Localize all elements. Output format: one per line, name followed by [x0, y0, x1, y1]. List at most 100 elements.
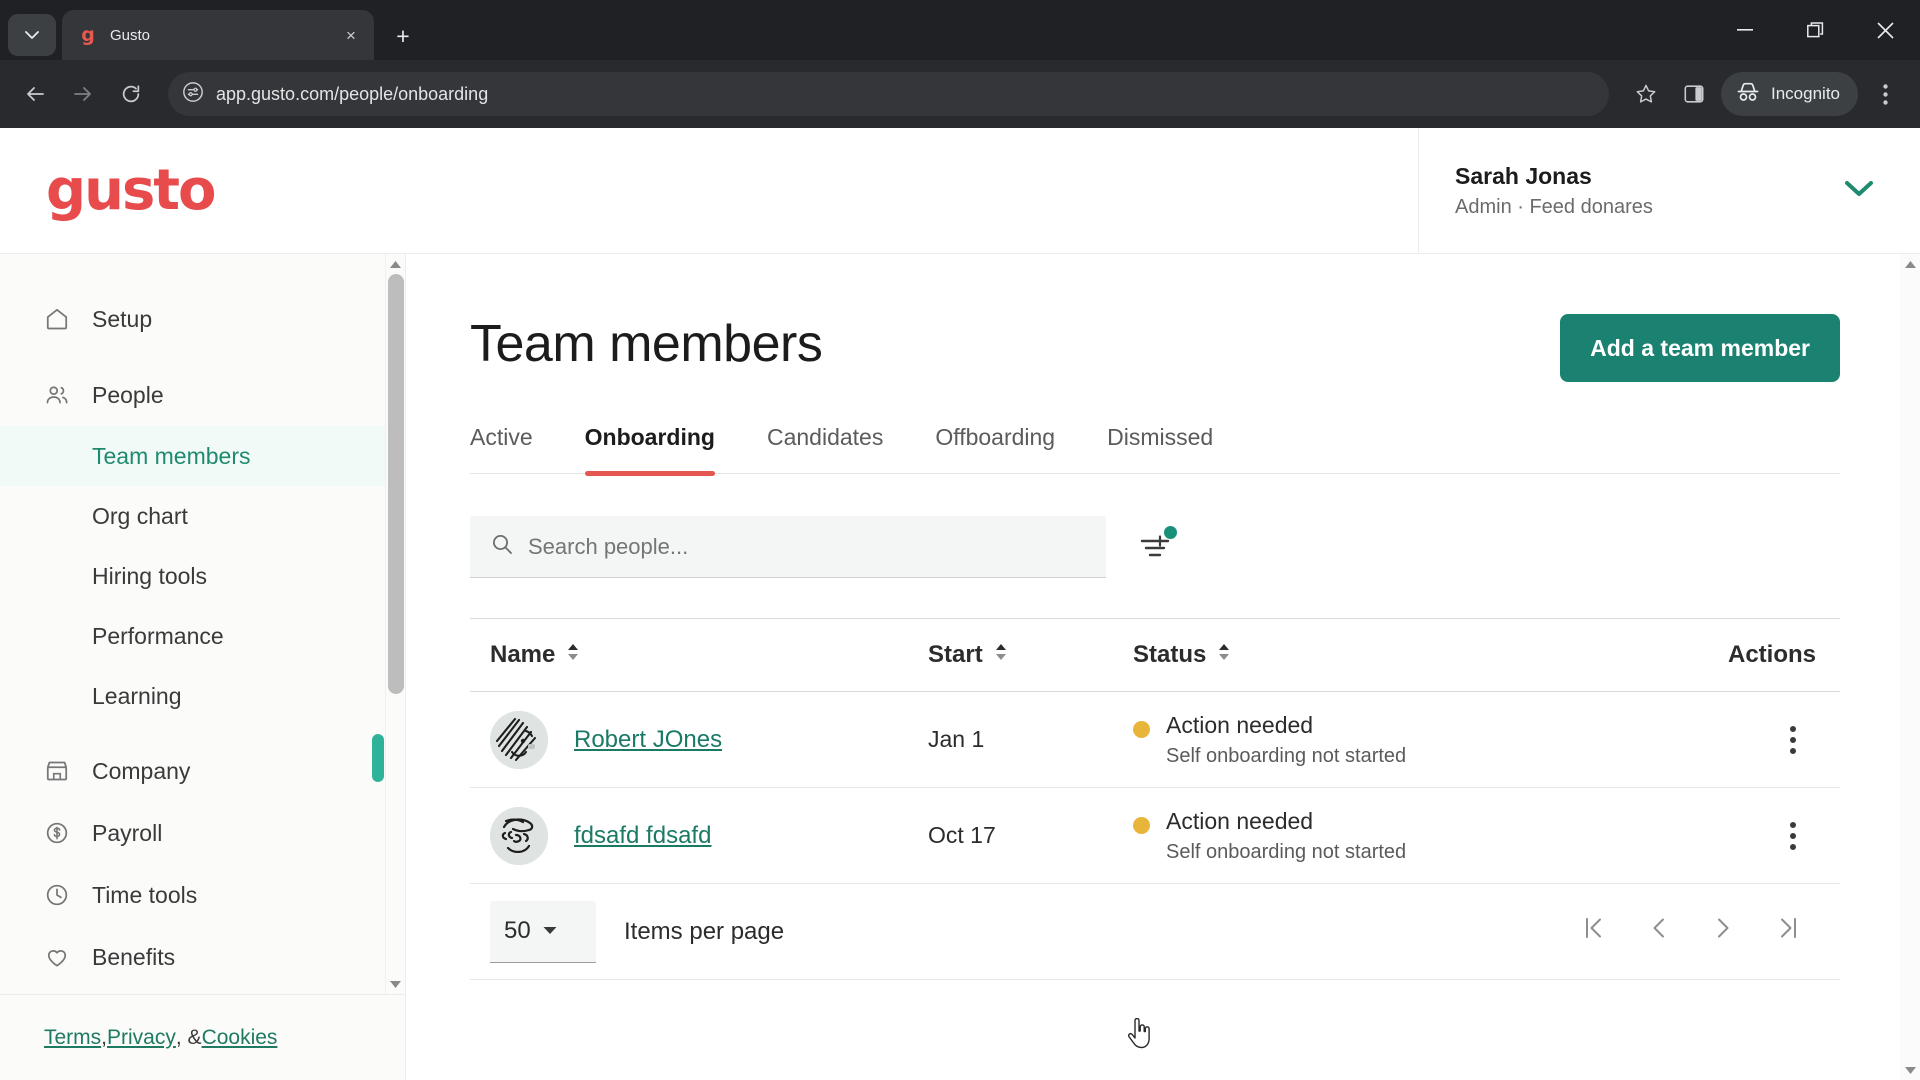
scroll-down-icon[interactable] — [386, 974, 405, 994]
browser-tab[interactable]: g Gusto × — [62, 10, 374, 60]
status-detail: Self onboarding not started — [1166, 840, 1407, 863]
scroll-up-icon[interactable] — [386, 254, 405, 274]
cookies-link[interactable]: Cookies — [202, 1026, 278, 1050]
chevron-down-icon[interactable] — [1844, 180, 1874, 203]
sidebar: Setup People Team members Org chart Hiri… — [0, 254, 406, 1080]
reload-icon[interactable] — [110, 73, 152, 115]
status-badge — [1133, 816, 1150, 834]
sidebar-item-label: Payroll — [92, 819, 163, 846]
next-page-button[interactable] — [1714, 915, 1732, 948]
sidebar-scrollbar[interactable] — [385, 254, 405, 994]
sidebar-item-label: Benefits — [92, 943, 176, 970]
column-label: Actions — [1727, 641, 1816, 668]
close-window-icon[interactable] — [1850, 0, 1920, 60]
sidebar-item-label: Team members — [92, 442, 251, 469]
new-tab-button[interactable]: + — [384, 17, 422, 55]
incognito-label: Incognito — [1771, 84, 1840, 103]
close-icon[interactable]: × — [338, 22, 364, 48]
sidebar-item-benefits[interactable]: Benefits — [0, 926, 405, 988]
first-page-button[interactable] — [1582, 915, 1604, 948]
filter-button[interactable] — [1132, 524, 1178, 570]
incognito-icon — [1735, 81, 1761, 108]
status-text: Action needed — [1166, 711, 1314, 738]
content-tabs: Active Onboarding Candidates Offboarding… — [470, 424, 1840, 476]
sidebar-item-setup[interactable]: Setup — [0, 288, 405, 350]
kebab-menu-icon[interactable] — [1770, 717, 1816, 763]
heart-icon — [44, 944, 70, 970]
minimize-icon[interactable] — [1710, 0, 1780, 60]
sidebar-item-label: Performance — [92, 622, 224, 649]
cell-actions — [1655, 717, 1840, 763]
person-name-link[interactable]: Robert JOnes — [574, 726, 722, 754]
cell-start: Oct 17 — [928, 822, 1133, 849]
column-label: Status — [1133, 641, 1207, 668]
tab-offboarding[interactable]: Offboarding — [935, 424, 1055, 473]
address-bar[interactable]: app.gusto.com/people/onboarding — [168, 72, 1609, 116]
tab-candidates[interactable]: Candidates — [767, 424, 883, 473]
terms-link[interactable]: Terms — [44, 1026, 101, 1050]
sidebar-item-label: Hiring tools — [92, 562, 208, 589]
table-row[interactable]: Robert JOnes Jan 1 Action needed Self on… — [470, 692, 1840, 788]
home-icon — [44, 306, 70, 332]
column-label: Start — [928, 641, 983, 668]
scroll-up-icon[interactable] — [1900, 254, 1920, 274]
dollar-circle-icon — [44, 820, 70, 846]
column-header-start[interactable]: Start — [928, 640, 1133, 671]
sidebar-item-learning[interactable]: Learning — [0, 666, 405, 726]
back-icon[interactable] — [14, 73, 56, 115]
tab-dismissed[interactable]: Dismissed — [1107, 424, 1213, 473]
sort-icon[interactable] — [993, 640, 1009, 671]
sidebar-item-performance[interactable]: Performance — [0, 606, 405, 666]
tab-search-button[interactable] — [8, 14, 56, 56]
sidebar-item-hiring-tools[interactable]: Hiring tools — [0, 546, 405, 606]
search-container[interactable] — [470, 516, 1106, 578]
three-dot-menu-icon[interactable] — [1864, 73, 1906, 115]
forward-icon[interactable] — [62, 73, 104, 115]
sidebar-scroll-thumb[interactable] — [388, 274, 404, 694]
table-pagination: 50 Items per page — [470, 884, 1840, 980]
browser-toolbar: app.gusto.com/people/onboarding Incognit… — [0, 60, 1920, 128]
sort-icon[interactable] — [565, 640, 581, 671]
column-header-name[interactable]: Name — [470, 640, 928, 671]
user-menu[interactable]: Sarah Jonas Admin · Feed donares — [1418, 128, 1920, 254]
items-per-page-select[interactable]: 50 — [490, 900, 596, 963]
tab-title: Gusto — [110, 26, 151, 44]
gusto-logo[interactable]: gusto — [46, 162, 217, 219]
tab-strip: g Gusto × + — [0, 0, 1920, 60]
search-input[interactable] — [528, 533, 1086, 560]
user-role: Admin · Feed donares — [1455, 196, 1653, 218]
tab-active[interactable]: Active — [470, 424, 533, 473]
page-settings-icon[interactable] — [182, 81, 204, 108]
privacy-link[interactable]: Privacy — [107, 1026, 176, 1050]
sidebar-item-team-members[interactable]: Team members — [0, 426, 405, 486]
scroll-down-icon[interactable] — [1900, 1060, 1920, 1080]
status-badge — [1133, 720, 1150, 738]
column-header-status[interactable]: Status — [1133, 640, 1655, 671]
add-team-member-button[interactable]: Add a team member — [1560, 314, 1840, 382]
table-row[interactable]: fdsafd fdsafd Oct 17 Action needed Self … — [470, 788, 1840, 884]
sidebar-item-time-tools[interactable]: Time tools — [0, 864, 405, 926]
url-text: app.gusto.com/people/onboarding — [216, 83, 489, 104]
sort-icon[interactable] — [1216, 640, 1232, 671]
kebab-menu-icon[interactable] — [1770, 813, 1816, 859]
team-members-table: Name Start Status Actions Robert JOnes J… — [470, 618, 1840, 980]
star-icon[interactable] — [1625, 73, 1667, 115]
items-per-page-value: 50 — [504, 917, 531, 944]
main-scrollbar[interactable] — [1900, 254, 1920, 1080]
person-name-link[interactable]: fdsafd fdsafd — [574, 822, 711, 850]
sidebar-item-payroll[interactable]: Payroll — [0, 802, 405, 864]
side-panel-icon[interactable] — [1673, 73, 1715, 115]
sidebar-item-org-chart[interactable]: Org chart — [0, 486, 405, 546]
tab-onboarding[interactable]: Onboarding — [584, 424, 716, 476]
last-page-button[interactable] — [1778, 915, 1800, 948]
items-per-page-label: Items per page — [624, 917, 785, 945]
prev-page-button[interactable] — [1650, 915, 1668, 948]
people-icon — [44, 382, 70, 408]
maximize-icon[interactable] — [1780, 0, 1850, 60]
sidebar-item-people[interactable]: People — [0, 364, 405, 426]
incognito-indicator[interactable]: Incognito — [1721, 72, 1858, 116]
sidebar-item-company[interactable]: Company — [0, 740, 405, 802]
sidebar-item-label: Company — [92, 757, 191, 784]
